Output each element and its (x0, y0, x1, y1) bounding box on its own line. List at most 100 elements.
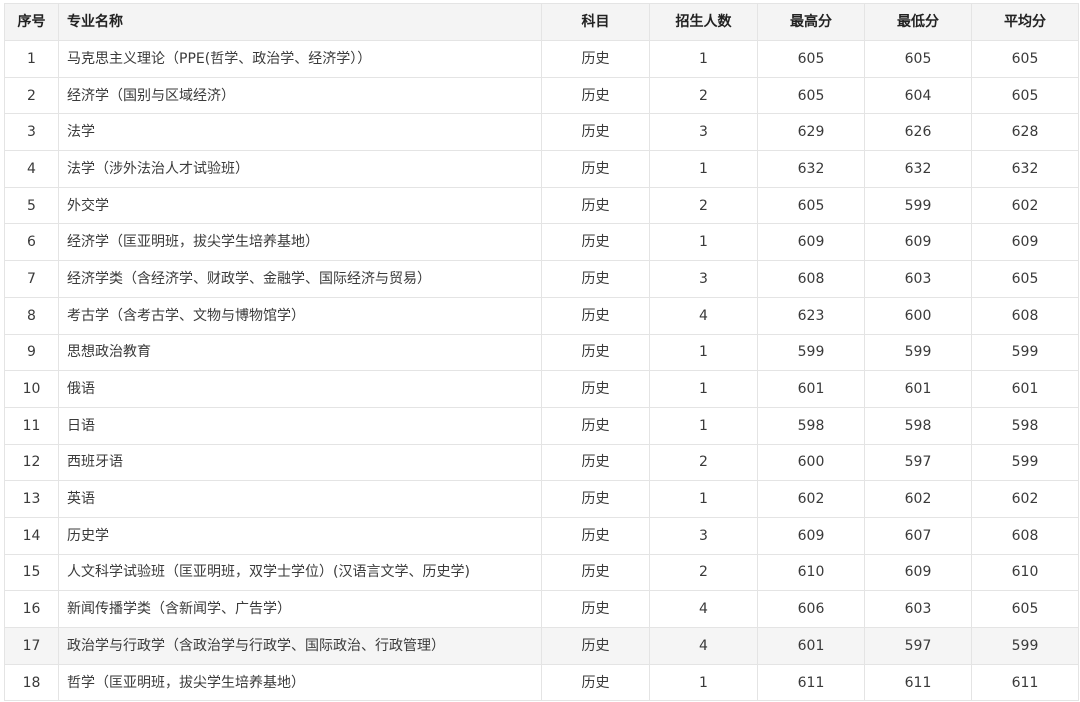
cell-index: 11 (4, 406, 59, 445)
table-row: 6 经济学（匡亚明班，拔尖学生培养基地） 历史 1 609 609 609 (4, 223, 1079, 262)
cell-index: 14 (4, 516, 59, 555)
cell-max-score: 609 (757, 223, 865, 262)
header-subject: 科目 (541, 3, 650, 41)
cell-index: 7 (4, 260, 59, 298)
cell-max-score: 611 (757, 663, 865, 702)
cell-enrollment: 1 (649, 480, 758, 518)
table-row: 2 经济学（国别与区域经济） 历史 2 605 604 605 (4, 76, 1079, 115)
cell-index: 4 (4, 150, 59, 188)
cell-major-name: 法学（涉外法治人才试验班） (58, 150, 542, 188)
cell-index: 9 (4, 333, 59, 372)
cell-subject: 历史 (541, 150, 650, 188)
scores-table-container: 序号 专业名称 科目 招生人数 最高分 最低分 平均分 1 马克思主义理论（PPE… (4, 3, 1079, 702)
cell-avg-score: 632 (971, 150, 1079, 188)
table-row: 4 法学（涉外法治人才试验班） 历史 1 632 632 632 (4, 150, 1079, 188)
cell-major-name: 考古学（含考古学、文物与博物馆学） (58, 296, 542, 335)
cell-min-score: 611 (864, 663, 972, 702)
cell-enrollment: 1 (649, 370, 758, 408)
table-row: 13 英语 历史 1 602 602 602 (4, 480, 1079, 518)
cell-subject: 历史 (541, 186, 650, 225)
cell-subject: 历史 (541, 296, 650, 335)
cell-enrollment: 4 (649, 627, 758, 665)
cell-index: 17 (4, 627, 59, 665)
cell-avg-score: 599 (971, 627, 1079, 665)
cell-avg-score: 605 (971, 40, 1079, 78)
cell-max-score: 598 (757, 406, 865, 445)
cell-avg-score: 628 (971, 113, 1079, 152)
table-row: 9 思想政治教育 历史 1 599 599 599 (4, 333, 1079, 372)
cell-avg-score: 602 (971, 480, 1079, 518)
cell-enrollment: 3 (649, 260, 758, 298)
cell-subject: 历史 (541, 260, 650, 298)
cell-enrollment: 1 (649, 333, 758, 372)
cell-subject: 历史 (541, 113, 650, 152)
cell-major-name: 历史学 (58, 516, 542, 555)
cell-max-score: 609 (757, 516, 865, 555)
cell-subject: 历史 (541, 480, 650, 518)
table-row: 3 法学 历史 3 629 626 628 (4, 113, 1079, 152)
header-max-score: 最高分 (757, 3, 865, 41)
table-row: 1 马克思主义理论（PPE(哲学、政治学、经济学）） 历史 1 605 605 605 (4, 40, 1079, 78)
cell-major-name: 法学 (58, 113, 542, 152)
cell-subject: 历史 (541, 627, 650, 665)
cell-enrollment: 3 (649, 113, 758, 152)
cell-avg-score: 599 (971, 333, 1079, 372)
cell-avg-score: 611 (971, 663, 1079, 702)
cell-min-score: 597 (864, 443, 972, 482)
cell-index: 18 (4, 663, 59, 702)
cell-enrollment: 1 (649, 663, 758, 702)
cell-major-name: 新闻传播学类（含新闻学、广告学） (58, 590, 542, 628)
cell-enrollment: 1 (649, 40, 758, 78)
cell-avg-score: 598 (971, 406, 1079, 445)
cell-major-name: 俄语 (58, 370, 542, 408)
cell-enrollment: 2 (649, 76, 758, 115)
cell-subject: 历史 (541, 553, 650, 592)
cell-max-score: 629 (757, 113, 865, 152)
cell-index: 8 (4, 296, 59, 335)
cell-min-score: 632 (864, 150, 972, 188)
cell-max-score: 600 (757, 443, 865, 482)
cell-subject: 历史 (541, 370, 650, 408)
cell-max-score: 602 (757, 480, 865, 518)
cell-max-score: 606 (757, 590, 865, 628)
cell-major-name: 经济学类（含经济学、财政学、金融学、国际经济与贸易） (58, 260, 542, 298)
cell-index: 16 (4, 590, 59, 628)
cell-subject: 历史 (541, 590, 650, 628)
cell-avg-score: 601 (971, 370, 1079, 408)
cell-subject: 历史 (541, 516, 650, 555)
cell-min-score: 609 (864, 223, 972, 262)
cell-avg-score: 610 (971, 553, 1079, 592)
cell-min-score: 607 (864, 516, 972, 555)
table-row: 8 考古学（含考古学、文物与博物馆学） 历史 4 623 600 608 (4, 296, 1079, 335)
cell-min-score: 605 (864, 40, 972, 78)
cell-index: 12 (4, 443, 59, 482)
header-avg-score: 平均分 (971, 3, 1079, 41)
header-major-name: 专业名称 (58, 3, 542, 41)
cell-major-name: 经济学（国别与区域经济） (58, 76, 542, 115)
cell-min-score: 609 (864, 553, 972, 592)
table-row: 18 哲学（匡亚明班，拔尖学生培养基地） 历史 1 611 611 611 (4, 663, 1079, 702)
cell-index: 15 (4, 553, 59, 592)
table-row: 10 俄语 历史 1 601 601 601 (4, 370, 1079, 408)
cell-enrollment: 2 (649, 186, 758, 225)
cell-min-score: 601 (864, 370, 972, 408)
cell-avg-score: 599 (971, 443, 1079, 482)
table-row: 5 外交学 历史 2 605 599 602 (4, 186, 1079, 225)
cell-enrollment: 3 (649, 516, 758, 555)
cell-max-score: 605 (757, 186, 865, 225)
table-row: 14 历史学 历史 3 609 607 608 (4, 516, 1079, 555)
cell-index: 3 (4, 113, 59, 152)
cell-index: 6 (4, 223, 59, 262)
cell-subject: 历史 (541, 333, 650, 372)
cell-major-name: 日语 (58, 406, 542, 445)
cell-subject: 历史 (541, 40, 650, 78)
cell-min-score: 599 (864, 186, 972, 225)
cell-major-name: 人文科学试验班（匡亚明班，双学士学位）(汉语言文学、历史学) (58, 553, 542, 592)
cell-enrollment: 1 (649, 223, 758, 262)
cell-min-score: 603 (864, 260, 972, 298)
scores-table: 序号 专业名称 科目 招生人数 最高分 最低分 平均分 1 马克思主义理论（PPE… (4, 3, 1079, 702)
cell-max-score: 623 (757, 296, 865, 335)
header-index: 序号 (4, 3, 59, 41)
cell-index: 2 (4, 76, 59, 115)
table-row: 7 经济学类（含经济学、财政学、金融学、国际经济与贸易） 历史 3 608 603 605 (4, 260, 1079, 298)
